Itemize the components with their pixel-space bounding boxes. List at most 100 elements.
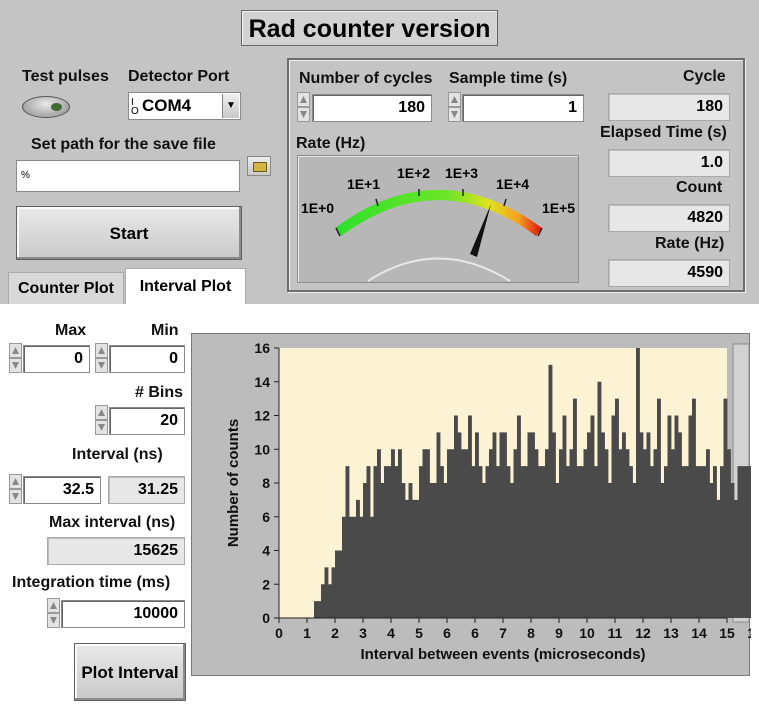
io-icon: IO (131, 97, 139, 117)
histogram-bar (314, 601, 318, 619)
histogram-bar (611, 415, 616, 618)
histogram-bar (653, 449, 658, 618)
min-label: Min (151, 322, 179, 339)
max-interval-indicator: 15625 (47, 537, 185, 565)
x-tick-label: 10 (579, 625, 595, 641)
histogram-bar (573, 398, 577, 619)
max-input[interactable]: 0 (23, 345, 90, 373)
histogram-bar (335, 550, 339, 618)
histogram-bar (471, 466, 476, 619)
histogram-bar (562, 415, 567, 618)
x-tick-label: 13 (663, 625, 679, 641)
led-indicator-icon (51, 103, 62, 111)
y-tick-label: 12 (254, 408, 270, 424)
y-tick-label: 8 (262, 475, 270, 491)
max-label: Max (55, 322, 87, 339)
x-axis-label: Interval between events (microseconds) (360, 646, 645, 663)
histogram-bar (387, 466, 392, 619)
histogram-bar (541, 466, 546, 619)
plot-interval-button[interactable]: Plot Interval (74, 643, 186, 701)
histogram-bar (415, 499, 420, 619)
histogram-bar (499, 432, 504, 619)
histogram-bar (398, 449, 402, 618)
histogram-bar (468, 415, 472, 618)
interval-label: Interval (ns) (72, 446, 163, 463)
histogram-bar (709, 483, 714, 618)
histogram-bar (727, 449, 731, 618)
gauge-tick-label: 1E+0 (301, 200, 335, 216)
path-icon: % (21, 170, 30, 181)
histogram-bar (401, 483, 406, 618)
histogram-bar (352, 516, 357, 618)
histogram-bar (594, 466, 598, 619)
folder-icon (253, 162, 267, 172)
histogram-bar (667, 415, 672, 618)
x-tick-label: 14 (691, 625, 707, 641)
min-input[interactable]: 0 (109, 345, 185, 373)
x-tick-label: 7 (499, 625, 507, 641)
chevron-down-icon[interactable]: ▼ (222, 94, 239, 118)
histogram-bar (443, 483, 448, 618)
histogram-bar (342, 516, 346, 618)
cycles-spinner[interactable] (297, 92, 310, 122)
histogram-bar (723, 398, 728, 619)
bins-input[interactable]: 20 (109, 407, 185, 435)
y-tick-label: 10 (254, 441, 270, 457)
histogram-bar (744, 466, 749, 619)
x-tick-label: 16 (747, 625, 751, 641)
histogram-bar (559, 449, 563, 618)
histogram-bar (534, 449, 539, 618)
histogram-bar (527, 432, 532, 619)
test-pulses-label: Test pulses (22, 68, 109, 85)
histogram-bar (629, 466, 633, 619)
gauge-needle (470, 204, 491, 257)
cycle-label: Cycle (683, 68, 726, 85)
min-spinner[interactable] (95, 343, 108, 373)
gauge-tick-label: 1E+1 (347, 176, 381, 192)
histogram-bar (321, 584, 325, 618)
y-tick-label: 14 (254, 374, 270, 390)
x-tick-label: 4 (387, 625, 395, 641)
histogram-bar (713, 466, 717, 619)
histogram-bar (737, 466, 742, 619)
detector-port-select[interactable]: IO COM4 ▼ (128, 92, 241, 120)
sample-time-input[interactable]: 1 (462, 94, 584, 122)
histogram-bar (457, 432, 462, 619)
histogram-bar (597, 381, 602, 618)
cycles-input[interactable]: 180 (312, 94, 432, 122)
integration-time-input[interactable]: 10000 (61, 600, 185, 628)
elapsed-time-label: Elapsed Time (s) (600, 124, 727, 141)
histogram-bar (391, 449, 395, 618)
integration-time-spinner[interactable] (47, 598, 60, 628)
histogram-bar (706, 449, 710, 618)
histogram-bar (520, 466, 525, 619)
bins-spinner[interactable] (95, 405, 108, 435)
histogram-bar (678, 432, 682, 619)
browse-folder-button[interactable] (247, 156, 271, 176)
start-button[interactable]: Start (16, 206, 242, 260)
x-tick-label: 2 (331, 625, 339, 641)
histogram-bar (604, 449, 609, 618)
histogram-bar (741, 466, 745, 619)
interval-spinner[interactable] (9, 474, 22, 504)
histogram-bar (436, 432, 441, 619)
histogram-bar (489, 449, 493, 618)
interval-input[interactable]: 32.5 (23, 476, 101, 504)
gauge-arc (335, 190, 542, 237)
histogram-bar (555, 483, 560, 618)
histogram-bar (440, 466, 444, 619)
rate-gauge: 1E+0 1E+1 1E+2 1E+3 1E+4 1E+5 (297, 155, 579, 283)
save-path-label: Set path for the save file (31, 136, 216, 153)
save-path-input[interactable]: % (16, 160, 240, 192)
detector-port-value: COM4 (142, 96, 192, 115)
bins-label: # Bins (135, 384, 184, 401)
histogram-bar (720, 466, 724, 619)
histogram-bar (328, 584, 332, 618)
tab-interval-plot[interactable]: Interval Plot (125, 268, 246, 304)
sample-time-spinner[interactable] (448, 92, 461, 122)
histogram-bar (688, 415, 693, 618)
max-spinner[interactable] (9, 343, 22, 373)
gauge-tick-label: 1E+4 (496, 176, 530, 192)
test-pulses-led-button[interactable] (22, 96, 70, 118)
tab-counter-plot[interactable]: Counter Plot (8, 272, 124, 304)
